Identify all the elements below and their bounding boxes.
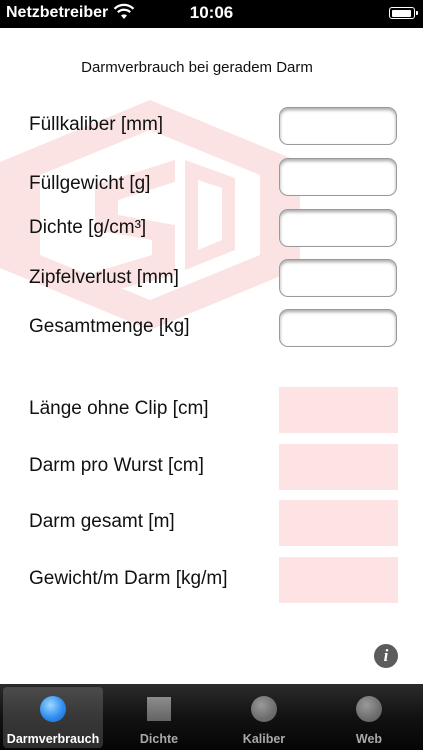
darm-gesamt-label: Darm gesamt [m]	[29, 511, 175, 532]
gesamtmenge-input[interactable]	[279, 309, 397, 347]
circle-icon	[251, 696, 277, 722]
gesamtmenge-label: Gesamtmenge [kg]	[29, 316, 190, 337]
dichte-label: Dichte [g/cm³]	[29, 217, 147, 238]
status-time: 10:06	[189, 3, 234, 22]
tab-label: Darmverbrauch	[6, 732, 100, 746]
dichte-input[interactable]	[279, 209, 397, 247]
circle-icon	[356, 696, 382, 722]
battery-icon	[389, 7, 418, 19]
tab-web[interactable]: Web	[319, 687, 419, 748]
zipfelverlust-label: Zipfelverlust [mm]	[29, 267, 179, 288]
zipfelverlust-input[interactable]	[279, 259, 397, 297]
fuellkaliber-input[interactable]	[279, 107, 397, 145]
tab-label: Dichte	[139, 732, 179, 746]
status-bar: Netzbetreiber 10:06	[0, 0, 423, 28]
darm-pro-wurst-label: Darm pro Wurst [cm]	[29, 455, 204, 476]
laenge-ohne-clip-label: Länge ohne Clip [cm]	[29, 398, 209, 419]
tab-bar: Darmverbrauch Dichte Kaliber Web	[0, 684, 423, 750]
gewicht-pro-meter-output	[279, 557, 398, 603]
tab-kaliber[interactable]: Kaliber	[214, 687, 314, 748]
tab-darmverbrauch[interactable]: Darmverbrauch	[3, 687, 103, 748]
tab-label: Web	[355, 732, 383, 746]
darm-pro-wurst-output	[279, 444, 398, 490]
fuellkaliber-label: Füllkaliber [mm]	[29, 114, 164, 135]
laenge-ohne-clip-output	[279, 387, 398, 433]
tab-dichte[interactable]: Dichte	[109, 687, 209, 748]
darm-gesamt-output	[279, 500, 398, 546]
fuellgewicht-input[interactable]	[279, 158, 397, 196]
tab-label: Kaliber	[242, 732, 286, 746]
fuellgewicht-label: Füllgewicht [g]	[29, 173, 151, 194]
info-icon[interactable]: i	[374, 644, 398, 668]
square-icon	[147, 697, 171, 721]
page-title: Darmverbrauch bei geradem Darm	[81, 59, 313, 76]
gewicht-pro-meter-label: Gewicht/m Darm [kg/m]	[29, 568, 228, 589]
blue-circle-icon	[40, 696, 66, 722]
